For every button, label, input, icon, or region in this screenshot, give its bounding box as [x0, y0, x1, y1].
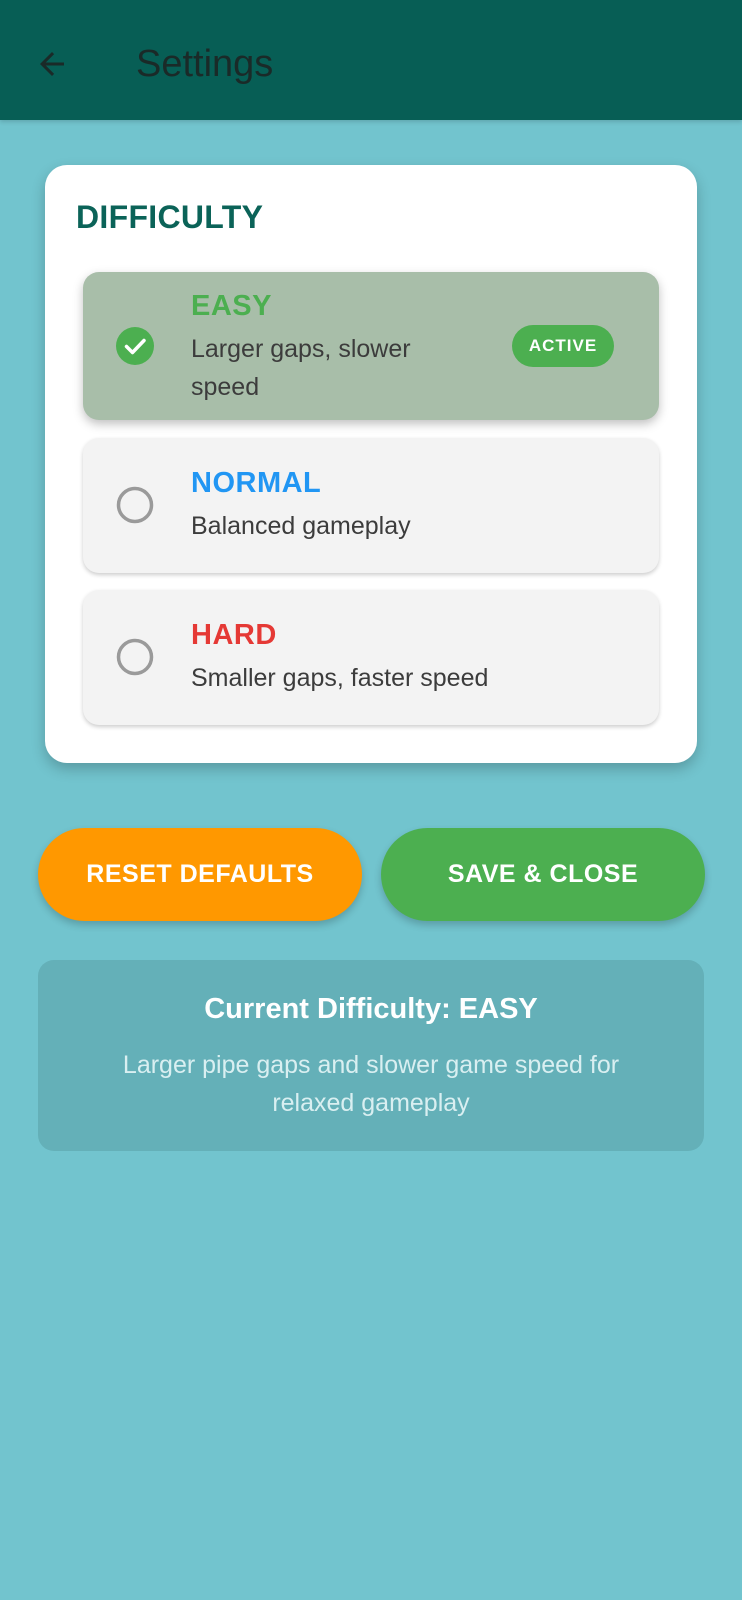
info-description: Larger pipe gaps and slower game speed f…	[122, 1051, 620, 1117]
check-circle-icon	[116, 327, 154, 365]
difficulty-card: DIFFICULTY EASY Larger gaps, slower spee…	[45, 165, 697, 763]
difficulty-option-easy[interactable]: EASY Larger gaps, slower speed ACTIVE	[83, 272, 659, 420]
arrow-left-icon	[40, 52, 64, 76]
option-description: Smaller gaps, faster speed	[191, 664, 489, 692]
difficulty-option-hard[interactable]: HARD Smaller gaps, faster speed	[83, 590, 659, 725]
option-description: Larger gaps, slower speed	[191, 335, 411, 401]
active-badge: ACTIVE	[512, 325, 614, 367]
radio-unchecked-icon	[116, 486, 154, 524]
save-close-button[interactable]: SAVE & CLOSE	[381, 828, 705, 921]
info-title: Current Difficulty: EASY	[204, 993, 538, 1025]
page-title: Settings	[136, 43, 274, 85]
app-bar: Settings	[0, 0, 742, 120]
option-description: Balanced gameplay	[191, 512, 411, 540]
section-title: DIFFICULTY	[76, 199, 264, 235]
back-button[interactable]	[28, 40, 76, 88]
difficulty-option-normal[interactable]: NORMAL Balanced gameplay	[83, 438, 659, 573]
option-name: EASY	[191, 290, 272, 322]
radio-unchecked-icon	[116, 638, 154, 676]
current-difficulty-info: Current Difficulty: EASY Larger pipe gap…	[38, 960, 704, 1151]
reset-defaults-button[interactable]: RESET DEFAULTS	[38, 828, 362, 921]
option-name: NORMAL	[191, 467, 322, 499]
option-name: HARD	[191, 619, 277, 651]
